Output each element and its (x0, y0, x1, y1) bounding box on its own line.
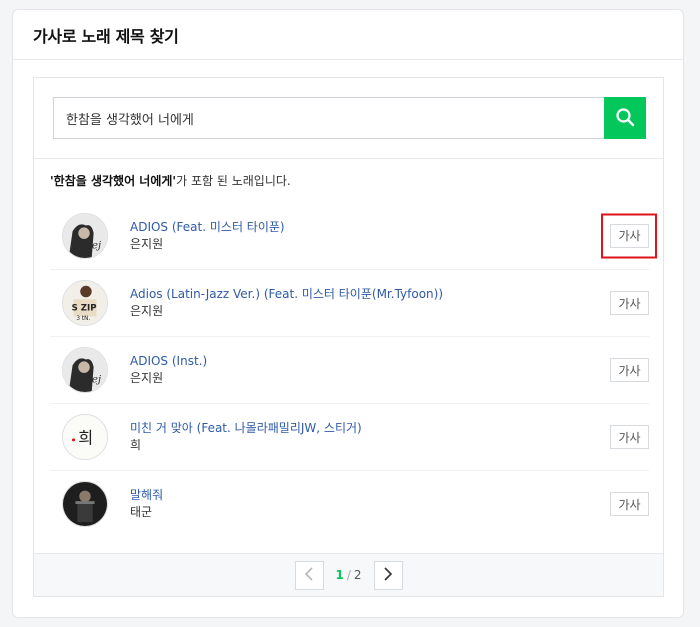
divider (34, 158, 663, 159)
list-item: 말해줘 태군 가사 (50, 470, 649, 537)
artist-name: 은지원 (130, 304, 164, 318)
song-meta: 미친 거 맞아 (Feat. 나몰라패밀리JW, 스티거) 희 (130, 420, 649, 454)
song-meta: Adios (Latin-Jazz Ver.) (Feat. 미스터 타이푼(M… (130, 286, 649, 320)
search-icon (615, 107, 635, 130)
svg-text:S ZIP: S ZIP (72, 304, 97, 314)
search-bar (53, 97, 646, 139)
song-title-link[interactable]: ADIOS (Inst.) (130, 353, 649, 370)
album-thumbnail[interactable]: ej (62, 347, 108, 393)
svg-text:ej: ej (92, 373, 102, 385)
total-pages: 2 (353, 568, 362, 582)
lyrics-button[interactable]: 가사 (610, 492, 649, 516)
song-meta: ADIOS (Inst.) 은지원 (130, 353, 649, 387)
artist-name: 태군 (130, 505, 153, 519)
lyrics-button[interactable]: 가사 (610, 291, 649, 315)
album-thumbnail[interactable]: 희 (62, 414, 108, 460)
song-meta: 말해줘 태군 (130, 487, 649, 521)
page-indicator: 1/2 (335, 568, 362, 582)
lyrics-button[interactable]: 가사 (610, 223, 649, 248)
lyrics-search-card: 가사로 노래 제목 찾기 '한참을 생각했어 너에게'가 포함 된 노래입니다.… (12, 9, 684, 618)
artist-name: 은지원 (130, 371, 164, 385)
page-title: 가사로 노래 제목 찾기 (13, 10, 683, 60)
pagination: 1/2 (294, 560, 403, 590)
chevron-right-icon (383, 566, 393, 585)
song-title-link[interactable]: 미친 거 맞아 (Feat. 나몰라패밀리JW, 스티거) (130, 420, 649, 437)
album-thumbnail[interactable] (62, 481, 108, 527)
svg-text:ej: ej (92, 239, 102, 251)
result-query: '한참을 생각했어 너에게' (50, 174, 177, 188)
song-meta: ADIOS (Feat. 미스터 타이푼) 은지원 (130, 219, 649, 253)
list-item: S ZIP 3 tN. Adios (Latin-Jazz Ver.) (Feat… (50, 269, 649, 336)
pagination-bar: 1/2 (34, 553, 663, 596)
list-item: ej ADIOS (Inst.) 은지원 가사 (50, 336, 649, 403)
list-item: ej ADIOS (Feat. 미스터 타이푼) 은지원 가사 (50, 202, 657, 269)
svg-text:희: 희 (78, 429, 93, 448)
search-panel: '한참을 생각했어 너에게'가 포함 된 노래입니다. ej ADIOS (Fe… (33, 77, 664, 597)
current-page: 1 (335, 568, 344, 582)
artist-name: 희 (130, 438, 142, 452)
search-input[interactable] (53, 97, 604, 139)
prev-page-button[interactable] (294, 560, 324, 590)
lyrics-button[interactable]: 가사 (610, 425, 649, 449)
list-item: 희 미친 거 맞아 (Feat. 나몰라패밀리JW, 스티거) 희 가사 (50, 403, 649, 470)
result-suffix: 가 포함 된 노래입니다. (176, 174, 291, 188)
song-list: ej ADIOS (Feat. 미스터 타이푼) 은지원 가사 S ZIP 3 t… (50, 202, 657, 537)
song-title-link[interactable]: Adios (Latin-Jazz Ver.) (Feat. 미스터 타이푼(M… (130, 286, 649, 303)
artist-name: 은지원 (130, 236, 164, 251)
chevron-left-icon (304, 566, 314, 585)
result-summary: '한참을 생각했어 너에게'가 포함 된 노래입니다. (50, 172, 291, 189)
album-thumbnail[interactable]: S ZIP 3 tN. (62, 280, 108, 326)
svg-text:3 tN.: 3 tN. (76, 316, 90, 322)
lyrics-button[interactable]: 가사 (610, 358, 649, 382)
next-page-button[interactable] (373, 560, 403, 590)
search-button[interactable] (604, 97, 646, 139)
song-title-link[interactable]: 말해줘 (130, 487, 649, 504)
song-title-link[interactable]: ADIOS (Feat. 미스터 타이푼) (130, 219, 649, 236)
album-thumbnail[interactable]: ej (62, 212, 108, 259)
